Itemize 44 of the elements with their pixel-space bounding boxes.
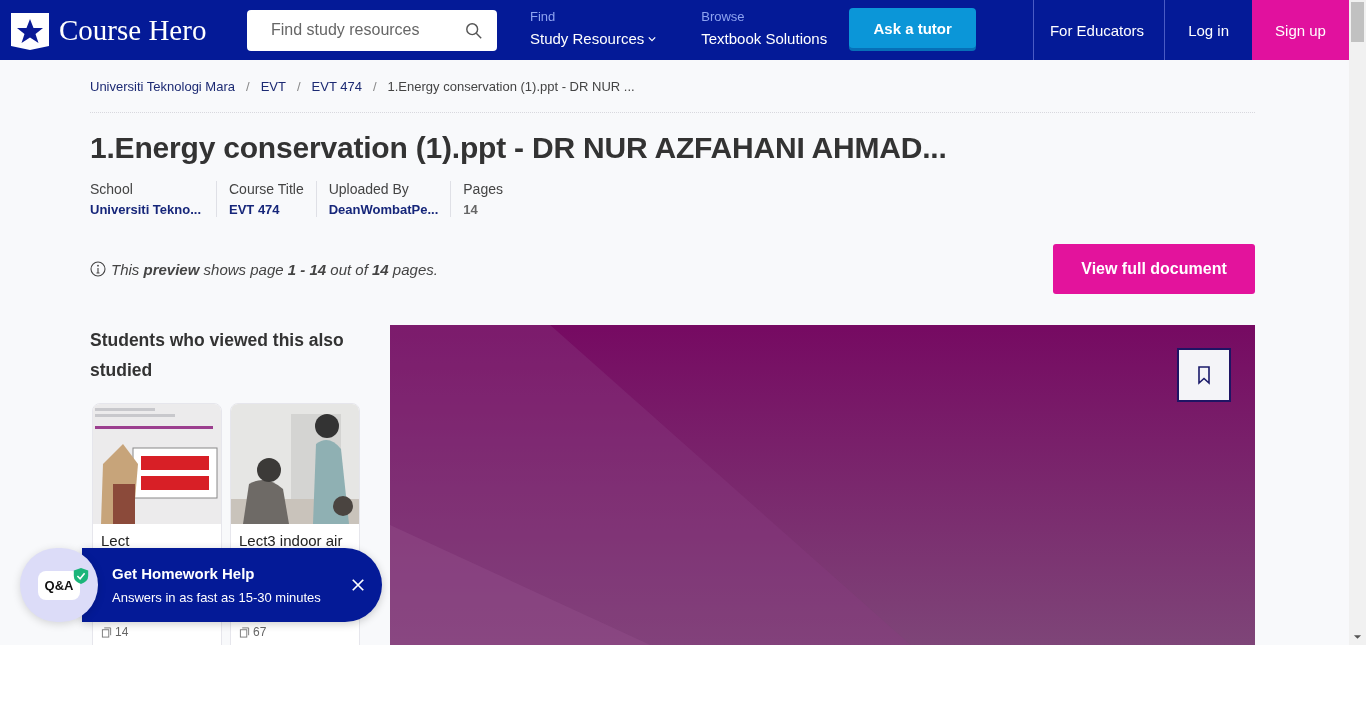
logo-wordmark[interactable]: Course Hero [59, 13, 207, 47]
pages-icon [239, 626, 250, 638]
breadcrumb-separator: / [296, 79, 301, 94]
breadcrumb-separator: / [372, 79, 377, 94]
breadcrumb-link[interactable]: Universiti Teknologi Mara [90, 79, 235, 94]
page-count: 67 [253, 625, 267, 639]
nav-menu-link[interactable]: Study Resources [530, 30, 657, 47]
breadcrumb-link[interactable]: 1.Energy conservation (1).ppt - DR NUR ... [387, 79, 635, 94]
star-shield-logo-icon[interactable] [10, 10, 50, 50]
nav-caption: Browse [701, 9, 746, 24]
homework-help-toast[interactable]: Get Homework Help Answers in as fast as 15-30 minutes [82, 548, 382, 622]
nav-menu-link[interactable]: Textbook Solutions [701, 30, 828, 47]
scrollbar[interactable] [1349, 0, 1366, 645]
scroll-down-arrow-icon[interactable] [1353, 634, 1362, 640]
breadcrumb-separator: / [246, 79, 250, 94]
search-field[interactable]: Find study resources [247, 9, 497, 51]
scroll-thumb[interactable] [1351, 2, 1364, 42]
section-heading: Students who viewed this also studied [90, 329, 345, 382]
caret-icon [648, 35, 657, 42]
meta-link[interactable]: Universiti Tekno... [90, 202, 204, 217]
bookmark-button[interactable] [1177, 348, 1231, 402]
page-count: 14 [115, 625, 129, 639]
nav-caption: Find [530, 9, 557, 24]
meta-value: 14 [463, 202, 479, 217]
close-icon[interactable] [351, 578, 365, 592]
pages-icon [101, 626, 112, 638]
meta-label: Course Title [229, 181, 304, 197]
meta-label: Uploaded By [328, 181, 410, 197]
meta-label: School [90, 181, 134, 197]
view-full-document-button[interactable]: View full document [1053, 244, 1255, 294]
meta-link[interactable]: EVT 474 [229, 202, 304, 217]
breadcrumb-link[interactable]: EVT [260, 79, 286, 94]
sign-up-button[interactable]: Sign up [1252, 0, 1349, 60]
document-title: 1.Energy conservation (1).ppt - DR NUR AZFAHANI AHMAD... [90, 131, 948, 165]
card-title[interactable]: Lect [101, 532, 213, 549]
preview-notice: This preview shows page 1 - 14 out of 14 pages. [111, 260, 438, 278]
info-icon [90, 261, 106, 277]
meta-label: Pages [463, 181, 503, 197]
meta-link[interactable]: DeanWombatPe... [328, 202, 439, 217]
card-title[interactable]: Lect3 indoor air [239, 532, 351, 549]
header-link[interactable]: For Educators [1032, 0, 1165, 60]
search-icon[interactable] [465, 21, 483, 40]
breadcrumb-link[interactable]: EVT 474 [311, 79, 362, 94]
qa-badge: Q&A [37, 570, 81, 600]
